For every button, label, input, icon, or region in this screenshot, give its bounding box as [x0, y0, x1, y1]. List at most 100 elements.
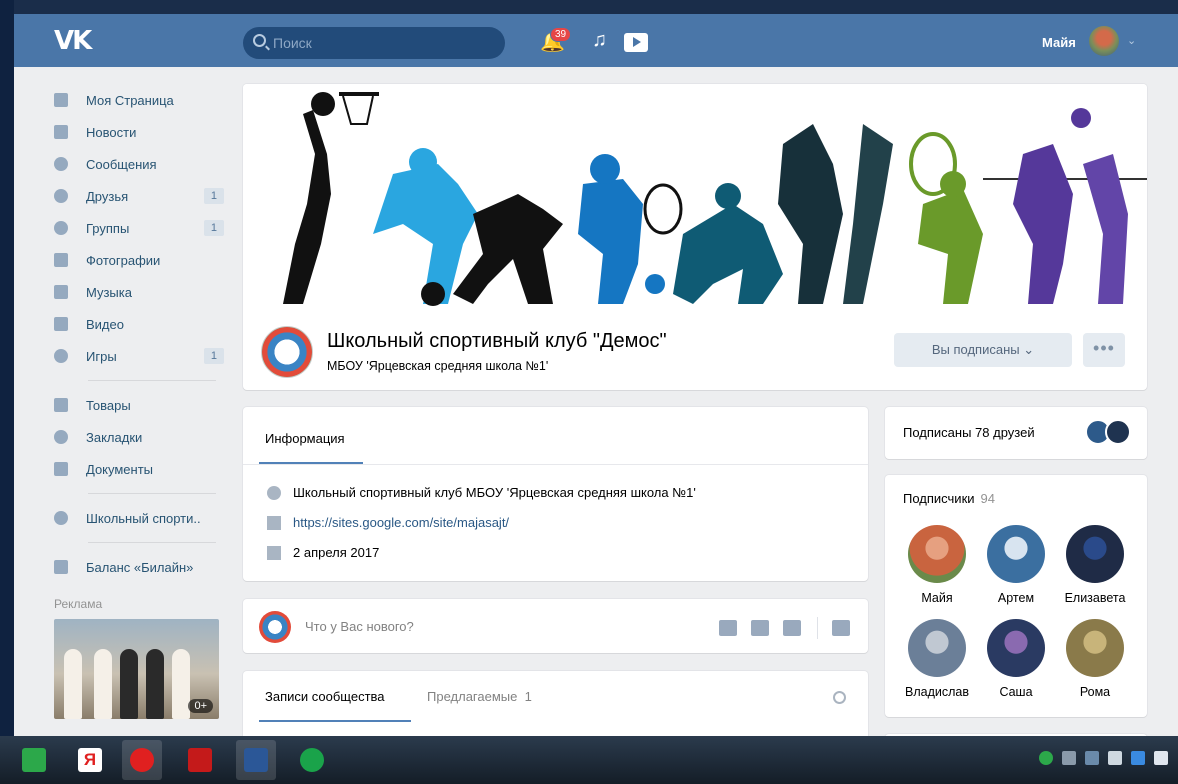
subscribers-count: 94 — [980, 491, 995, 506]
taskbar-word[interactable] — [236, 740, 276, 780]
messages-icon — [54, 157, 68, 171]
info-date-row: 2 апреля 2017 — [267, 545, 379, 560]
subscriber-item[interactable]: Майя — [897, 525, 977, 605]
subscribed-button-label: Вы подписаны — [931, 342, 1020, 357]
camera-icon — [54, 253, 68, 267]
sidebar-item-label: Игры — [86, 348, 117, 364]
word-icon — [244, 748, 268, 772]
subscriber-item[interactable]: Рома — [1055, 619, 1135, 699]
taskbar-acrobat[interactable] — [180, 740, 220, 780]
tab-information[interactable]: Информация — [265, 431, 345, 446]
sidebar-item-label: Школьный спорти.. — [86, 510, 201, 526]
sidebar-item-messages[interactable]: Сообщения — [48, 148, 228, 180]
post-input[interactable]: Что у Вас нового? — [305, 619, 414, 634]
document-icon — [54, 462, 68, 476]
sidebar-item-groups[interactable]: Группы 1 — [48, 212, 228, 244]
camera-icon[interactable] — [719, 620, 737, 636]
taskbar-app[interactable] — [292, 740, 332, 780]
menu-divider — [88, 493, 216, 494]
friends-subscribed-card[interactable]: Подписаны 78 друзей — [885, 407, 1147, 459]
music-icon[interactable] — [783, 620, 801, 636]
sidebar-item-news[interactable]: Новости — [48, 116, 228, 148]
monitor-frame-top — [0, 0, 1178, 14]
sidebar-item-goods[interactable]: Товары — [48, 389, 228, 421]
subscriber-avatar — [908, 525, 966, 583]
post-composer: Что у Вас нового? — [243, 599, 868, 653]
tab-community-posts[interactable]: Записи сообщества — [265, 689, 385, 704]
sidebar-item-beeline-balance[interactable]: Баланс «Билайн» — [48, 551, 228, 583]
text-format-icon[interactable] — [832, 620, 850, 636]
taskbar-yandex-browser[interactable] — [122, 740, 162, 780]
sidebar-item-label: Новости — [86, 124, 137, 140]
ad-figure — [120, 649, 138, 719]
notification-badge: 39 — [550, 27, 572, 42]
subscriber-item[interactable]: Елизавета — [1055, 525, 1135, 605]
sidebar-item-music[interactable]: Музыка — [48, 276, 228, 308]
sidebar-item-my-page[interactable]: Моя Страница — [48, 84, 228, 116]
friends-count-badge: 1 — [203, 188, 224, 204]
start-button[interactable] — [14, 740, 54, 780]
flag-icon[interactable] — [1154, 751, 1168, 765]
user-avatar[interactable] — [1089, 26, 1119, 56]
group-title: Школьный спортивный клуб "Демос" — [327, 330, 667, 352]
subscribers-label: Подписчики — [903, 491, 975, 506]
search-icon[interactable] — [833, 691, 846, 704]
sidebar-item-friends[interactable]: Друзья 1 — [48, 180, 228, 212]
vk-logo[interactable]: VK — [54, 26, 92, 56]
bluetooth-icon[interactable] — [1108, 751, 1122, 765]
search-input[interactable]: Поиск — [243, 27, 505, 59]
video-play-icon[interactable] — [624, 33, 648, 52]
info-card: Информация Школьный спортивный клуб МБОУ… — [243, 407, 868, 581]
subscribed-button[interactable]: Вы подписаны ⌄ — [894, 333, 1072, 367]
subscriber-avatar — [1066, 525, 1124, 583]
subscriber-name: Владислав — [905, 685, 969, 699]
founded-date: 2 апреля 2017 — [293, 545, 380, 560]
subscribers-title[interactable]: Подписчики 94 — [903, 491, 995, 506]
chevron-down-icon[interactable]: ⌄ — [1127, 34, 1136, 47]
tab-suggested[interactable]: Предлагаемые 1 — [427, 689, 532, 704]
sidebar-item-label: Группы — [86, 220, 130, 236]
more-actions-button[interactable]: ••• — [1083, 333, 1125, 367]
user-name[interactable]: Майя — [1042, 35, 1076, 50]
monitor-frame-left — [0, 0, 14, 784]
info-link-row: https://sites.google.com/site/majasajt/ — [267, 515, 509, 530]
subscriber-item[interactable]: Артем — [976, 525, 1056, 605]
subscriber-avatar — [987, 619, 1045, 677]
tray-status-icon[interactable] — [1039, 751, 1053, 765]
video-icon — [54, 317, 68, 331]
sidebar-item-label: Фотографии — [86, 252, 161, 268]
app-icon — [300, 748, 324, 772]
music-note-icon[interactable]: ♫ — [592, 29, 607, 52]
search-placeholder: Поиск — [273, 35, 312, 51]
left-menu: Моя Страница Новости Сообщения Друзья 1 Г… — [48, 84, 228, 719]
star-icon — [54, 430, 68, 444]
subscriber-name: Майя — [921, 591, 953, 605]
ad-figure — [94, 649, 112, 719]
sidebar-item-documents[interactable]: Документы — [48, 453, 228, 485]
sidebar-item-label: Видео — [86, 316, 124, 332]
sidebar-item-label: Документы — [86, 461, 154, 477]
video-icon[interactable] — [751, 620, 769, 636]
tray-network-icon[interactable] — [1085, 751, 1099, 765]
ad-image[interactable]: 0+ — [54, 619, 219, 719]
age-rating-badge: 0+ — [188, 699, 213, 713]
chevron-down-icon: ⌄ — [1023, 342, 1035, 357]
friends-subscribed-text: Подписаны 78 друзей — [903, 425, 1035, 440]
sidebar-item-video[interactable]: Видео — [48, 308, 228, 340]
website-link[interactable]: https://sites.google.com/site/majasajt/ — [293, 515, 509, 530]
subscriber-item[interactable]: Саша — [976, 619, 1056, 699]
tab-suggested-label: Предлагаемые — [427, 689, 518, 704]
sidebar-item-school-club[interactable]: Школьный спорти.. — [48, 502, 228, 534]
tray-monitor-icon[interactable] — [1062, 751, 1076, 765]
subscriber-item[interactable]: Владислав — [897, 619, 977, 699]
top-header: VK Поиск 🔔 39 ♫ Майя ⌄ — [14, 14, 1178, 67]
group-logo[interactable] — [261, 326, 313, 378]
sidebar-item-games[interactable]: Игры 1 — [48, 340, 228, 372]
games-count-badge: 1 — [203, 348, 224, 364]
sidebar-item-bookmarks[interactable]: Закладки — [48, 421, 228, 453]
group-avatar — [259, 611, 291, 643]
sidebar-item-photos[interactable]: Фотографии — [48, 244, 228, 276]
cover-image — [243, 84, 1147, 312]
tray-app-icon[interactable] — [1131, 751, 1145, 765]
taskbar-yandex[interactable]: Я — [70, 740, 110, 780]
